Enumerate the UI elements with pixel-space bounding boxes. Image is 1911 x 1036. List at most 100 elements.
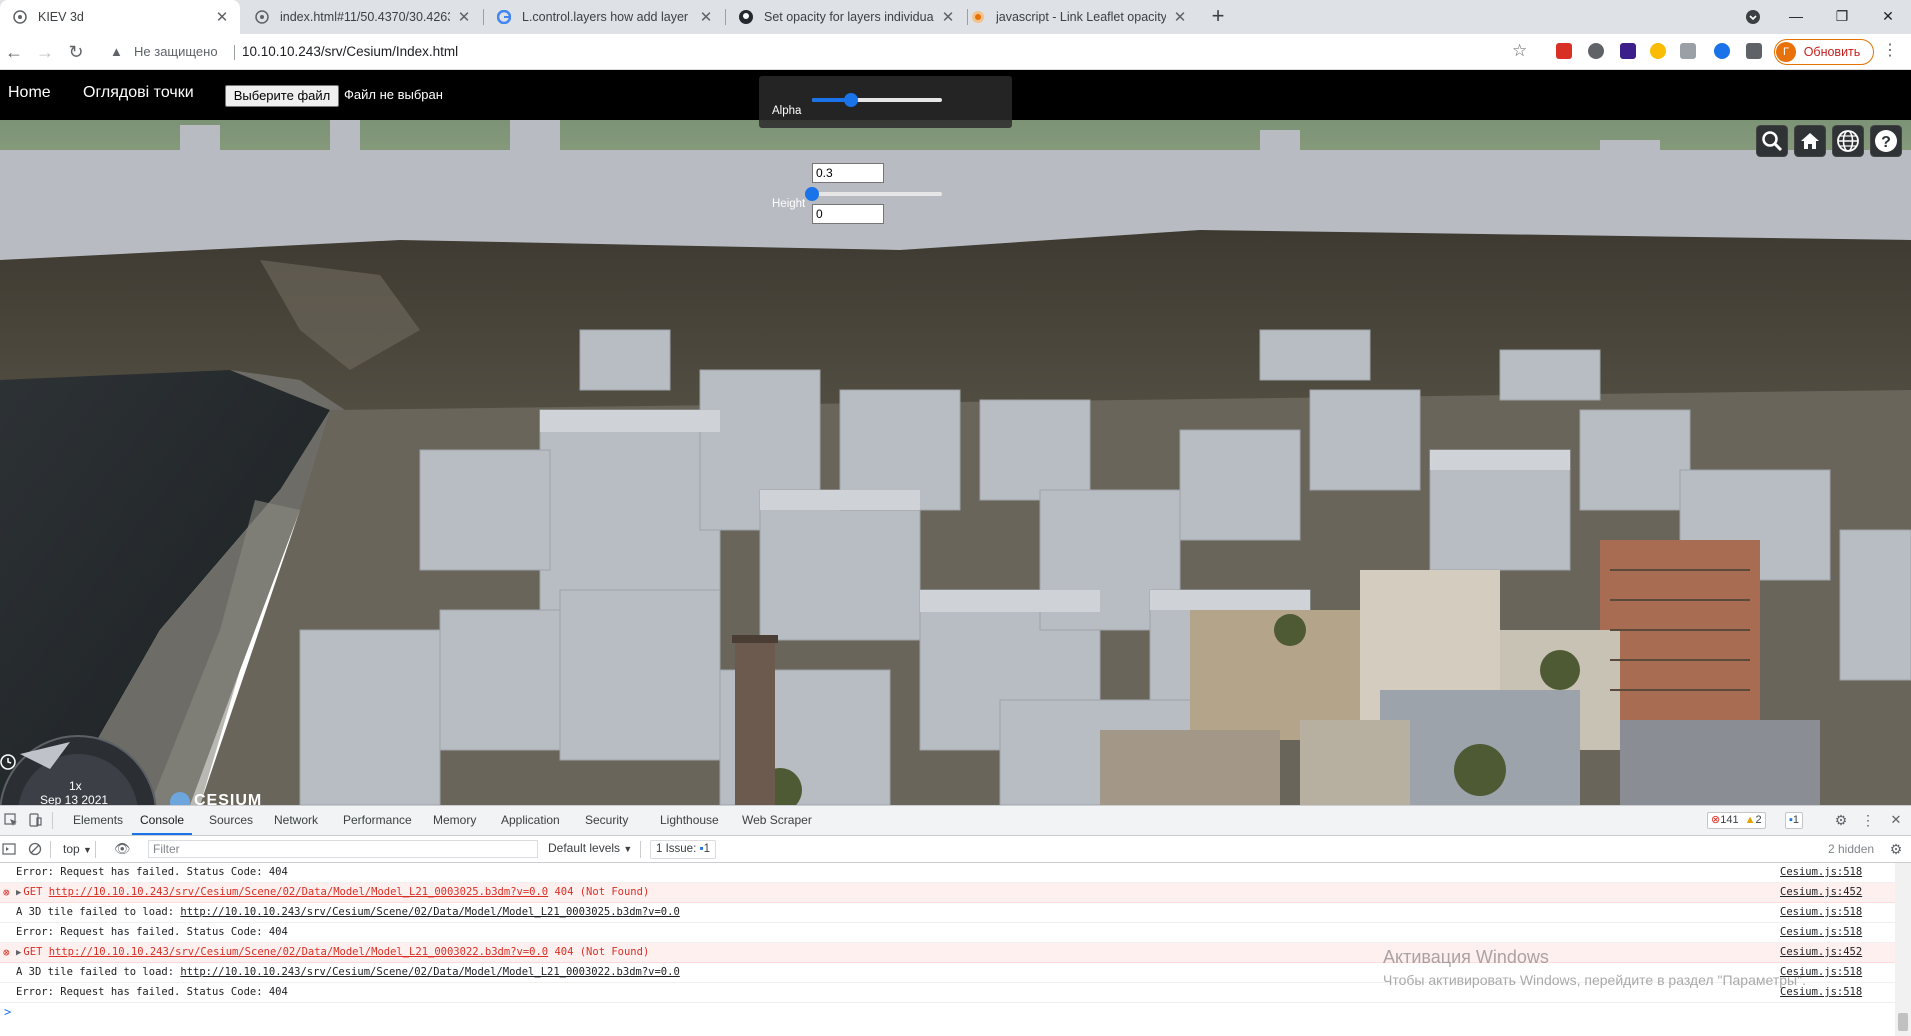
extension-blue-icon[interactable]: [1714, 43, 1730, 59]
console-source-link[interactable]: Cesium.js:518: [1780, 923, 1862, 942]
clear-console-icon[interactable]: [28, 842, 42, 856]
home-view-button[interactable]: [1794, 125, 1826, 157]
close-tab-icon[interactable]: ✕: [940, 8, 956, 26]
height-slider-thumb[interactable]: [805, 187, 819, 201]
console-source-link[interactable]: Cesium.js:518: [1780, 863, 1862, 882]
close-tab-icon[interactable]: ✕: [456, 8, 472, 26]
console-counts-badge[interactable]: ⊗141 ▲2: [1707, 812, 1766, 829]
request-url-link[interactable]: http://10.10.10.243/srv/Cesium/Scene/02/…: [49, 886, 548, 898]
tile-url-link[interactable]: http://10.10.10.243/srv/Cesium/Scene/02/…: [180, 966, 679, 978]
messages-badge[interactable]: ▪1: [1785, 812, 1804, 829]
close-devtools-icon[interactable]: ✕: [1889, 813, 1903, 827]
svg-text:?: ?: [1881, 134, 1891, 151]
log-levels-dropdown[interactable]: Default levels ▼: [548, 841, 632, 855]
device-toolbar-icon[interactable]: [28, 813, 42, 827]
devtools-tab-application[interactable]: Application: [501, 806, 560, 835]
alpha-slider-thumb[interactable]: [844, 93, 858, 107]
tab-github[interactable]: Set opacity for layers individually ✕: [726, 0, 966, 34]
devtools-tab-sources[interactable]: Sources: [209, 806, 253, 835]
console-settings-gear-icon[interactable]: ⚙: [1889, 842, 1903, 856]
nav-home-link[interactable]: Home: [8, 84, 51, 102]
alpha-slider[interactable]: [812, 93, 942, 107]
console-message: Error: Request has failed. Status Code: …: [16, 866, 288, 878]
expand-triangle-icon[interactable]: ▶: [16, 948, 21, 958]
extension-purple-icon[interactable]: [1620, 43, 1636, 59]
scrollbar-thumb[interactable]: [1898, 1013, 1908, 1031]
prompt-chevron-icon: >: [4, 1005, 12, 1019]
help-icon: ?: [1875, 130, 1897, 152]
console-source-link[interactable]: Cesium.js:452: [1780, 883, 1862, 902]
console-source-link[interactable]: Cesium.js:452: [1780, 943, 1862, 962]
cesium-logo-icon: [170, 792, 190, 805]
devtools-tab-performance[interactable]: Performance: [343, 806, 412, 835]
console-source-link[interactable]: Cesium.js:518: [1780, 903, 1862, 922]
tab-google-search[interactable]: L.control.layers how add layer op ✕: [484, 0, 724, 34]
tile-url-link[interactable]: http://10.10.10.243/srv/Cesium/Scene/02/…: [180, 906, 679, 918]
restore-icon[interactable]: ❐: [1819, 0, 1865, 34]
geocoder-search-button[interactable]: [1756, 125, 1788, 157]
tab-kiev-3d[interactable]: KIEV 3d ✕: [0, 0, 240, 34]
expand-triangle-icon[interactable]: ▶: [16, 888, 21, 898]
inspect-element-icon[interactable]: [4, 813, 18, 827]
height-slider[interactable]: [805, 187, 942, 201]
browser-menu-icon[interactable]: ⋮: [1882, 40, 1898, 60]
close-tab-icon[interactable]: ✕: [214, 8, 230, 26]
extension-red-icon[interactable]: [1556, 43, 1572, 59]
hidden-messages-count: 2 hidden: [1828, 842, 1875, 856]
extensions-puzzle-icon[interactable]: [1746, 43, 1762, 59]
close-tab-icon[interactable]: ✕: [698, 8, 714, 26]
devtools-tab-elements[interactable]: Elements: [73, 806, 123, 835]
cesium-credit-logo[interactable]: CESIUM: [170, 792, 290, 805]
3d-city-scene[interactable]: [0, 70, 1911, 805]
devtools-tab-network[interactable]: Network: [274, 806, 318, 835]
clock-icon[interactable]: [0, 754, 16, 770]
issues-button[interactable]: 1 Issue: ▪1: [650, 840, 716, 859]
context-selector[interactable]: top ▼: [63, 842, 92, 856]
close-window-icon[interactable]: ✕: [1865, 0, 1911, 34]
url-text[interactable]: 10.10.10.243/srv/Cesium/Index.html: [242, 44, 458, 59]
context-value: top: [63, 842, 80, 856]
tab-title: Set opacity for layers individually: [764, 10, 934, 24]
extension-yellow-icon[interactable]: [1650, 43, 1666, 59]
issues-label: 1 Issue:: [656, 843, 697, 855]
tab-search-chevron-icon[interactable]: [1730, 0, 1776, 34]
console-filter-input[interactable]: Filter: [148, 840, 538, 858]
filter-divider: [95, 841, 96, 858]
close-tab-icon[interactable]: ✕: [1172, 8, 1188, 26]
devtools-tab-security[interactable]: Security: [585, 806, 628, 835]
devtools-tab-web-scraper[interactable]: Web Scraper: [742, 806, 812, 835]
tab-stackoverflow[interactable]: javascript - Link Leaflet opacity sl ✕: [958, 0, 1198, 34]
tab-index-map[interactable]: index.html#11/50.4370/30.4263 ✕: [242, 0, 482, 34]
extension-screenshot-icon[interactable]: [1680, 43, 1696, 59]
devtools-tab-lighthouse[interactable]: Lighthouse: [660, 806, 719, 835]
extension-gray-icon[interactable]: [1588, 43, 1604, 59]
height-input[interactable]: 0: [812, 204, 884, 224]
warning-triangle-icon: ▲: [110, 44, 123, 59]
help-button[interactable]: ?: [1870, 125, 1902, 157]
settings-gear-icon[interactable]: ⚙: [1834, 813, 1848, 827]
console-message: Error: Request has failed. Status Code: …: [16, 986, 288, 998]
choose-file-button[interactable]: Выберите файл: [225, 85, 339, 107]
back-arrow-icon[interactable]: ←: [2, 40, 26, 64]
reload-icon[interactable]: ↻: [64, 40, 88, 64]
console-scrollbar[interactable]: [1895, 863, 1911, 1036]
security-status[interactable]: Не защищено: [134, 44, 218, 59]
devtools-menu-icon[interactable]: ⋮: [1861, 813, 1875, 827]
console-row-error: ⊗ ▶ GET http://10.10.10.243/srv/Cesium/Sc…: [0, 883, 1895, 903]
request-url-link[interactable]: http://10.10.10.243/srv/Cesium/Scene/02/…: [49, 946, 548, 958]
live-expression-eye-icon[interactable]: 👁: [114, 842, 131, 856]
alpha-input[interactable]: 0.3: [812, 163, 884, 183]
forward-arrow-icon[interactable]: →: [33, 40, 57, 64]
minimize-icon[interactable]: —: [1773, 0, 1819, 34]
bookmark-star-icon[interactable]: ☆: [1512, 41, 1527, 61]
address-bar[interactable]: ▲ Не защищено 10.10.10.243/srv/Cesium/In…: [98, 37, 1518, 67]
request-method: GET: [23, 886, 43, 898]
scene-mode-button[interactable]: [1832, 125, 1864, 157]
new-tab-plus-icon[interactable]: +: [1206, 5, 1230, 29]
devtools-tab-memory[interactable]: Memory: [433, 806, 476, 835]
profile-avatar[interactable]: Г: [1776, 42, 1796, 62]
sidebar-toggle-icon[interactable]: [2, 842, 16, 856]
console-prompt[interactable]: >: [0, 1003, 1895, 1021]
devtools-tab-console[interactable]: Console: [132, 806, 193, 835]
nav-viewpoints-link[interactable]: Оглядові точки: [83, 84, 194, 102]
